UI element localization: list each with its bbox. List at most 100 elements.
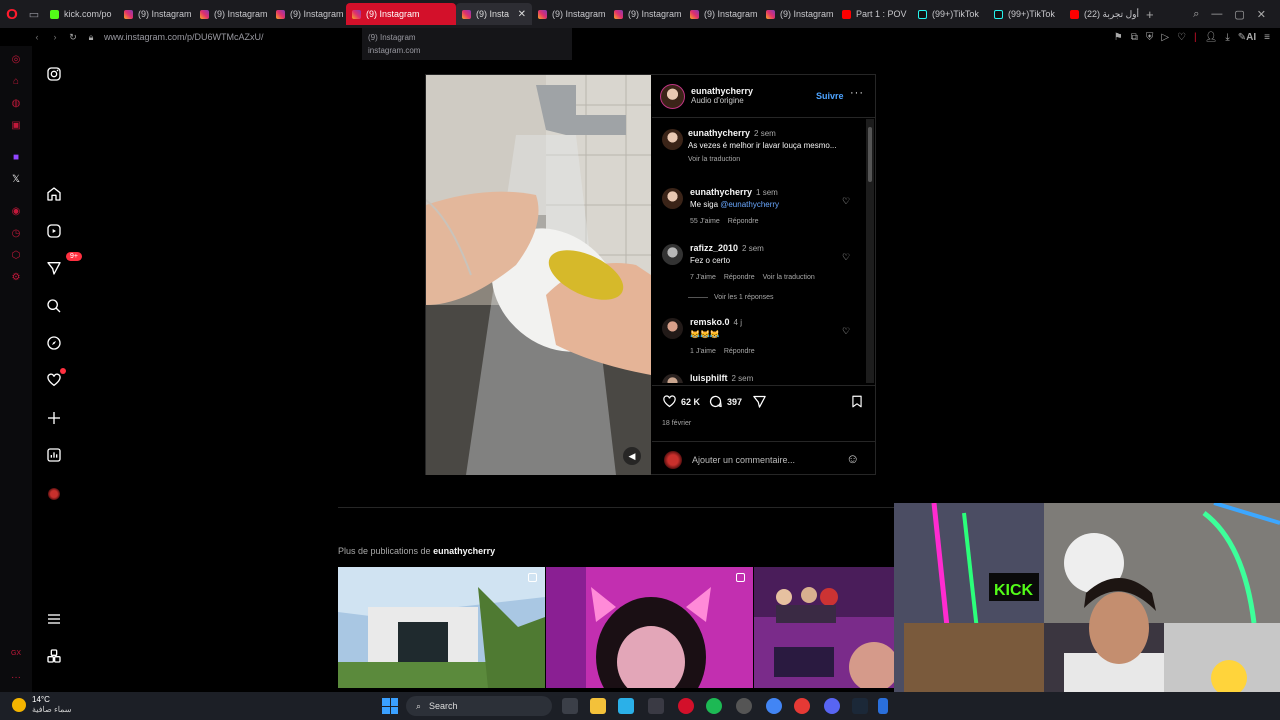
comment-avatar[interactable] [662, 318, 683, 339]
caption-avatar[interactable] [662, 129, 683, 150]
heart-icon[interactable]: ♡ [1177, 32, 1186, 43]
home-icon[interactable] [44, 184, 64, 204]
menu-icon[interactable]: ≡ [1264, 32, 1270, 43]
chrome-icon[interactable] [766, 698, 782, 714]
history-icon[interactable]: ◷ [8, 228, 24, 242]
grid-post[interactable] [338, 567, 545, 688]
search-tabs-icon[interactable]: ⌕ [1193, 8, 1199, 21]
tab-tools-icon[interactable]: ▭ [24, 8, 44, 21]
reel-video[interactable]: ◀︎ [426, 75, 651, 475]
share-button[interactable] [752, 394, 767, 409]
browser-tab[interactable]: (99+)TikTok [912, 3, 988, 25]
start-button[interactable] [382, 698, 398, 714]
comment-bubble-icon[interactable] [708, 394, 723, 409]
snapshot-icon[interactable]: ⧉ [1131, 32, 1138, 43]
comment-username[interactable]: remsko.0 [690, 317, 730, 327]
mute-button[interactable]: ◀︎ [623, 447, 641, 465]
close-window-icon[interactable]: ✕ [1257, 8, 1266, 21]
scrollbar-thumb[interactable] [868, 127, 872, 182]
download-icon[interactable]: ⤓ [1225, 32, 1229, 43]
comment-avatar[interactable] [662, 188, 683, 209]
create-icon[interactable] [44, 408, 64, 428]
twitch-icon[interactable]: ■ [8, 152, 24, 166]
task-view-icon[interactable] [562, 698, 578, 714]
add-comment-input[interactable]: Ajouter un commentaire... [692, 455, 795, 465]
minimize-icon[interactable]: — [1211, 8, 1222, 21]
ai-button[interactable]: ✎AI [1238, 32, 1256, 43]
comment-like-icon[interactable]: ♡ [842, 326, 850, 337]
comment-avatar[interactable] [662, 374, 683, 383]
explore-icon[interactable] [44, 333, 64, 353]
like-button[interactable]: 62 K [662, 394, 700, 409]
notifications-icon[interactable] [44, 368, 66, 390]
settings-icon[interactable]: ⚙ [8, 272, 24, 286]
reels-icon[interactable] [44, 221, 64, 241]
comment-button[interactable]: 397 [708, 394, 742, 409]
reply-button[interactable]: Répondre [728, 218, 759, 225]
browser-tab[interactable]: (9) Instagram [684, 3, 760, 25]
opera-gx-taskbar-icon[interactable] [678, 698, 694, 714]
new-tab-button[interactable]: + [1140, 7, 1160, 22]
reply-button[interactable]: Répondre [724, 274, 755, 281]
grid-post[interactable] [754, 567, 895, 688]
comment-username[interactable]: rafizz_2010 [690, 243, 738, 253]
translate-link[interactable]: Voir la traduction [763, 274, 815, 281]
more-menu-icon[interactable] [44, 609, 64, 629]
reply-button[interactable]: Répondre [724, 348, 755, 355]
browser-tab[interactable]: (99+)TikTok [988, 3, 1064, 25]
reload-icon[interactable]: ↻ [64, 32, 82, 43]
comment-likes[interactable]: 55 J'aime [690, 218, 720, 225]
audio-label[interactable]: Audio d'origine [691, 96, 753, 105]
view-replies-link[interactable]: Voir les 1 réponses [688, 294, 774, 301]
comment-username[interactable]: luisphilft [690, 373, 728, 383]
forward-icon[interactable]: › [46, 32, 64, 42]
share-icon[interactable] [752, 394, 767, 409]
instagram-logo-icon[interactable] [44, 64, 64, 84]
close-tab-icon[interactable]: ✕ [518, 9, 526, 20]
bag-icon[interactable]: ⌂ [8, 76, 24, 90]
opera-logo-icon[interactable]: O [0, 0, 24, 28]
likes-count[interactable]: 62 K [681, 397, 700, 407]
extensions-icon[interactable]: ⬡ [8, 250, 24, 264]
browser-tab[interactable]: Part 1 : POV [836, 3, 912, 25]
messenger-icon[interactable]: ◍ [8, 98, 24, 112]
also-from-meta-icon[interactable] [44, 646, 64, 666]
spotify-icon[interactable] [706, 698, 722, 714]
browser-tab[interactable]: (9) Instagram [346, 3, 456, 25]
comment-username[interactable]: eunathycherry [690, 187, 752, 197]
comment-likes[interactable]: 1 J'aime [690, 348, 716, 355]
player-icon[interactable]: ◉ [8, 206, 24, 220]
like-heart-icon[interactable] [662, 394, 677, 409]
discord-icon[interactable] [824, 698, 840, 714]
save-button[interactable] [850, 394, 864, 409]
maximize-icon[interactable]: ▢ [1234, 8, 1244, 21]
emoji-icon[interactable]: ☺ [846, 451, 859, 466]
caption-username[interactable]: eunathycherry [688, 128, 750, 138]
url-field[interactable]: www.instagram.com/p/DU6WTMcAZxU/ [104, 32, 264, 42]
browser-tab[interactable]: (9) Instagram [532, 3, 608, 25]
comment-like-icon[interactable]: ♡ [842, 196, 850, 207]
grid-post[interactable] [546, 567, 753, 688]
more-icon[interactable]: ··· [8, 672, 24, 686]
follow-button[interactable]: Suivre [816, 91, 844, 101]
store-icon[interactable] [648, 698, 664, 714]
comment-avatar[interactable] [662, 244, 683, 265]
file-explorer-icon[interactable] [590, 698, 606, 714]
caption-translate-link[interactable]: Voir la traduction [688, 154, 848, 166]
antivirus-icon[interactable] [794, 698, 810, 714]
browser-tab[interactable]: (9) Instagram [760, 3, 836, 25]
app-icon[interactable] [736, 698, 752, 714]
adblock-icon[interactable]: ⛨ [1146, 32, 1154, 43]
play-icon[interactable]: ▷ [1161, 32, 1169, 43]
author-avatar[interactable] [660, 84, 685, 109]
copilot-icon[interactable] [618, 698, 634, 714]
search-icon[interactable] [44, 296, 64, 316]
browser-tab[interactable]: (9) Instagram [270, 3, 346, 25]
overflow-app-icon[interactable] [878, 698, 888, 714]
dashboard-icon[interactable] [44, 445, 64, 465]
gx-icon[interactable]: GX [8, 650, 24, 664]
notes-icon[interactable]: ▣ [8, 120, 24, 134]
more-posts-user[interactable]: eunathycherry [433, 546, 495, 556]
taskbar-search[interactable]: ⌕ Search [406, 696, 552, 716]
browser-tab[interactable]: kick.com/po [44, 3, 118, 25]
